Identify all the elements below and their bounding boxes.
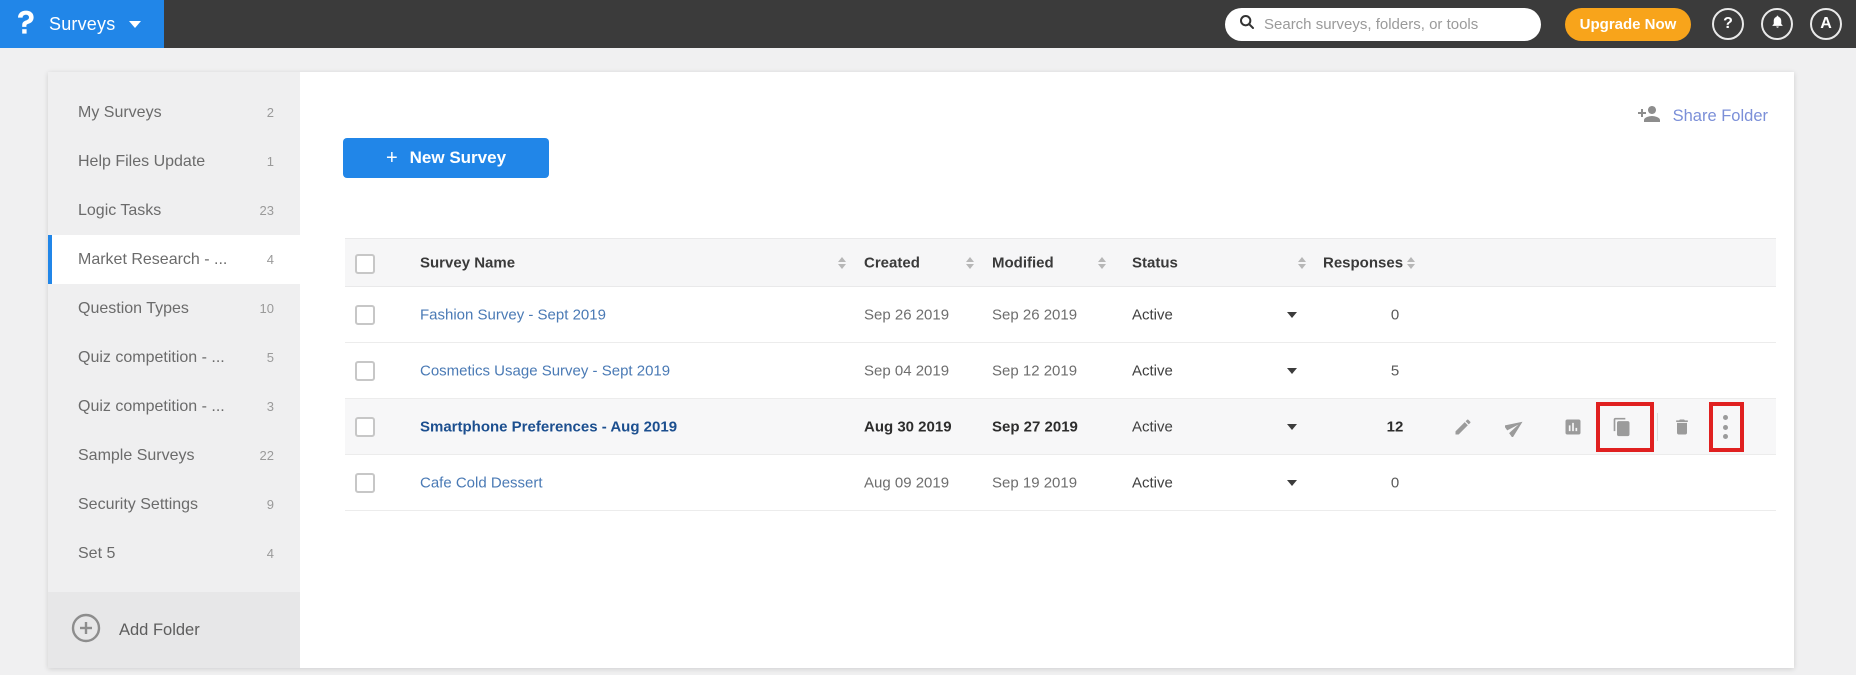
created-date: Sep 26 2019 [864, 306, 950, 323]
top-bar: Surveys Upgrade Now ? A [0, 0, 1856, 48]
responses-count: 0 [1390, 306, 1400, 323]
sort-icon[interactable] [1298, 256, 1306, 269]
survey-name-link[interactable]: Cafe Cold Dessert [420, 474, 543, 491]
survey-name-link[interactable]: Cosmetics Usage Survey - Sept 2019 [420, 362, 670, 379]
folder-count: 23 [259, 203, 274, 218]
folder-count: 10 [259, 301, 274, 316]
new-survey-button[interactable]: + New Survey [343, 138, 549, 178]
global-search [1225, 8, 1541, 41]
sidebar-item-set-5[interactable]: Set 5 4 [48, 529, 300, 578]
status-caret-icon[interactable] [1287, 479, 1297, 486]
highlight-box-more [1709, 402, 1744, 452]
sidebar-item-quiz-competition-2[interactable]: Quiz competition - ... 3 [48, 382, 300, 431]
status-dropdown[interactable]: Active [1132, 418, 1173, 435]
created-date: Sep 04 2019 [864, 362, 950, 379]
add-folder-button[interactable]: Add Folder [48, 592, 300, 668]
surveys-panel: My Surveys 2 Help Files Update 1 Logic T… [48, 72, 1794, 668]
reports-icon[interactable] [1563, 417, 1583, 437]
column-header-responses: Responses [1323, 254, 1404, 271]
row-checkbox[interactable] [355, 473, 375, 493]
folder-count: 2 [266, 105, 274, 120]
sort-icon[interactable] [966, 256, 974, 269]
upgrade-now-button[interactable]: Upgrade Now [1565, 8, 1691, 41]
modified-date: Sep 19 2019 [992, 474, 1078, 491]
share-folder-button[interactable]: Share Folder [1637, 102, 1768, 131]
responses-count: 12 [1386, 418, 1404, 435]
search-icon [1239, 14, 1255, 35]
sidebar-item-quiz-competition-1[interactable]: Quiz competition - ... 5 [48, 333, 300, 382]
column-header-created: Created [864, 254, 920, 271]
created-date: Aug 30 2019 [864, 418, 952, 435]
table-row: Fashion Survey - Sept 2019 Sep 26 2019 S… [345, 287, 1776, 343]
sort-icon[interactable] [1098, 256, 1106, 269]
question-mark-icon: ? [1723, 15, 1733, 32]
notifications-button[interactable] [1761, 8, 1793, 40]
sidebar-item-security-settings[interactable]: Security Settings 9 [48, 480, 300, 529]
sidebar-item-question-types[interactable]: Question Types 10 [48, 284, 300, 333]
table-row-active-hover: Smartphone Preferences - Aug 2019 Aug 30… [345, 399, 1776, 455]
table-row: Cafe Cold Dessert Aug 09 2019 Sep 19 201… [345, 455, 1776, 511]
status-caret-icon[interactable] [1287, 423, 1297, 430]
survey-name-link[interactable]: Smartphone Preferences - Aug 2019 [420, 418, 677, 435]
survey-name-link[interactable]: Fashion Survey - Sept 2019 [420, 306, 606, 323]
folder-count: 4 [266, 546, 274, 561]
row-checkbox[interactable] [355, 417, 375, 437]
search-input[interactable] [1264, 16, 1527, 33]
delete-icon[interactable] [1672, 417, 1692, 437]
status-dropdown[interactable]: Active [1132, 306, 1173, 323]
folder-list: My Surveys 2 Help Files Update 1 Logic T… [48, 72, 300, 592]
status-dropdown[interactable]: Active [1132, 474, 1173, 491]
row-checkbox[interactable] [355, 361, 375, 381]
folder-count: 22 [259, 448, 274, 463]
responses-count: 0 [1390, 474, 1400, 491]
column-header-status: Status [1132, 254, 1178, 271]
modified-date: Sep 26 2019 [992, 306, 1078, 323]
table-row: Cosmetics Usage Survey - Sept 2019 Sep 0… [345, 343, 1776, 399]
folder-count: 4 [266, 252, 274, 267]
status-dropdown[interactable]: Active [1132, 362, 1173, 379]
created-date: Aug 09 2019 [864, 474, 950, 491]
responses-count: 5 [1390, 362, 1400, 379]
send-icon[interactable] [1503, 417, 1525, 438]
surveys-table: Survey Name Created Modified Status Resp… [345, 238, 1776, 511]
divider [1657, 413, 1658, 441]
sort-icon[interactable] [838, 256, 846, 269]
sidebar-item-logic-tasks[interactable]: Logic Tasks 23 [48, 186, 300, 235]
status-caret-icon[interactable] [1287, 367, 1297, 374]
account-avatar[interactable]: A [1810, 8, 1842, 40]
column-header-survey-name: Survey Name [420, 254, 516, 271]
plus-icon: + [385, 146, 398, 169]
sidebar-item-help-files-update[interactable]: Help Files Update 1 [48, 137, 300, 186]
folder-count: 5 [266, 350, 274, 365]
sidebar-item-sample-surveys[interactable]: Sample Surveys 22 [48, 431, 300, 480]
select-all-checkbox[interactable] [355, 254, 375, 274]
highlight-box-duplicate [1596, 402, 1654, 452]
status-caret-icon[interactable] [1287, 311, 1297, 318]
bell-icon [1770, 14, 1785, 34]
sort-icon[interactable] [1407, 256, 1415, 269]
avatar-initial: A [1820, 15, 1832, 32]
sidebar-item-my-surveys[interactable]: My Surveys 2 [48, 88, 300, 137]
folder-count: 1 [266, 154, 274, 169]
help-button[interactable]: ? [1712, 8, 1744, 40]
table-header-row: Survey Name Created Modified Status Resp… [345, 238, 1776, 287]
person-add-icon [1637, 102, 1661, 131]
sidebar-item-market-research[interactable]: Market Research - ... 4 [48, 235, 300, 284]
column-header-modified: Modified [992, 254, 1054, 271]
proprofs-logo-icon [14, 8, 37, 41]
app-name: Surveys [49, 13, 116, 34]
folder-count: 9 [266, 497, 274, 512]
modified-date: Sep 27 2019 [992, 418, 1078, 435]
plus-circle-icon [70, 612, 102, 649]
app-switcher-button[interactable]: Surveys [0, 0, 164, 48]
folder-count: 3 [266, 399, 274, 414]
folders-sidebar: My Surveys 2 Help Files Update 1 Logic T… [48, 72, 300, 668]
chevron-down-icon [129, 20, 142, 28]
row-checkbox[interactable] [355, 305, 375, 325]
edit-icon[interactable] [1453, 417, 1473, 437]
modified-date: Sep 12 2019 [992, 362, 1078, 379]
